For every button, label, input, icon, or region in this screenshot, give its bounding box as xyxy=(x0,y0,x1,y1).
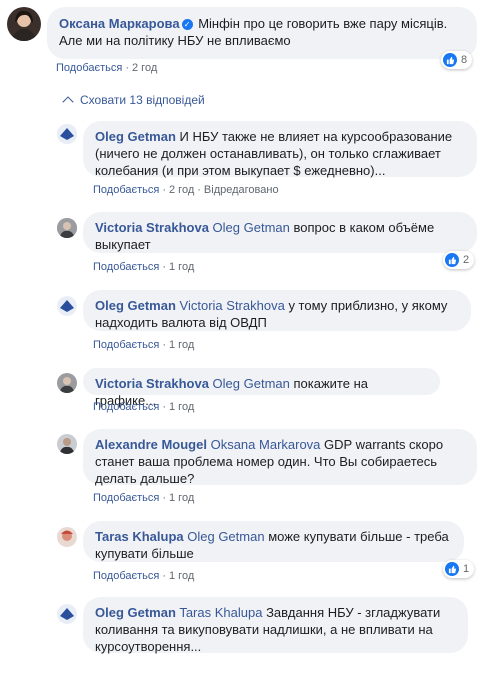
comment-actions: Подобається · 1 год xyxy=(93,261,195,273)
chevron-up-icon xyxy=(62,96,74,108)
comment-text-line: колебания (и при этом выкупает $ ежеднев… xyxy=(95,163,386,178)
comment-actions: Подобається · 1 год xyxy=(93,570,195,582)
mention-link[interactable]: Taras Khalupa xyxy=(179,605,262,620)
comment-actions: Подобається · 1 год xyxy=(93,339,195,351)
comment-time[interactable]: 2 год xyxy=(132,62,157,74)
reply-author[interactable]: Victoria Strakhova xyxy=(95,376,209,391)
avatar[interactable] xyxy=(7,7,41,41)
like-button[interactable]: Подобається xyxy=(93,401,159,413)
comment-author[interactable]: Оксана Маркарова xyxy=(59,16,180,31)
avatar-photo xyxy=(57,604,77,624)
comment-text-line: (ничего не должен останавливать), он тол… xyxy=(95,146,441,161)
avatar-photo xyxy=(57,296,77,316)
like-button[interactable]: Подобається xyxy=(93,261,159,273)
comment-bubble: Victoria Strakhova Oleg Getman покажите … xyxy=(83,368,440,408)
comment-text-line: коливання та викуповувати надлишки, а не… xyxy=(95,622,433,637)
comment-text-line: курсоутворення... xyxy=(95,639,202,654)
comment-time[interactable]: 1 год xyxy=(169,339,194,351)
comment-bubble: Oleg Getman Taras Khalupa Завдання НБУ -… xyxy=(83,597,468,654)
comment-text-line: GDP warrants скоро xyxy=(324,437,444,452)
avatar[interactable] xyxy=(57,604,77,624)
comment-text-line: може купувати більше - треба xyxy=(268,529,449,544)
like-button[interactable]: Подобається xyxy=(93,570,159,582)
mention-link[interactable]: Oleg Getman xyxy=(213,220,290,235)
like-button[interactable]: Подобається xyxy=(93,492,159,504)
comment-text-line: И НБУ также не влияет на курсообразовани… xyxy=(179,129,453,144)
comment-actions: Подобається · 1 год xyxy=(93,492,195,504)
reaction-badge[interactable]: 1 xyxy=(443,560,475,578)
reply-author[interactable]: Oleg Getman xyxy=(95,298,176,313)
comment-bubble: Taras Khalupa Oleg Getman може купувати … xyxy=(83,521,464,562)
comment-actions: Подобається · 2 год xyxy=(56,62,158,74)
verified-badge-icon: ✓ xyxy=(181,19,193,30)
avatar-photo xyxy=(57,124,77,144)
like-button[interactable]: Подобається xyxy=(93,339,159,351)
reply-author[interactable]: Alexandre Mougel xyxy=(95,437,207,452)
comment-text-line: Але ми на політику НБУ не впливаємо xyxy=(59,33,291,48)
comment-text-line: станет ваша проблема номер один. Что Вы … xyxy=(95,454,438,469)
avatar[interactable] xyxy=(57,124,77,144)
reaction-badge[interactable]: 2 xyxy=(443,251,475,269)
comment-text-line: Завдання НБУ - згладжувати xyxy=(266,605,441,620)
avatar[interactable] xyxy=(57,434,77,454)
comment-time[interactable]: 1 год xyxy=(169,261,194,273)
thumbs-up-icon xyxy=(443,53,457,67)
avatar[interactable] xyxy=(57,527,77,547)
comment-time[interactable]: 1 год xyxy=(169,492,194,504)
like-button[interactable]: Подобається xyxy=(93,184,159,196)
avatar-photo xyxy=(57,373,77,393)
mention-link[interactable]: Oleg Getman xyxy=(187,529,264,544)
avatar[interactable] xyxy=(57,218,77,238)
thumbs-up-icon xyxy=(445,562,459,576)
thumbs-up-icon xyxy=(445,253,459,267)
reaction-count: 1 xyxy=(463,563,470,575)
reaction-count: 8 xyxy=(461,54,468,66)
comment-bubble: Oleg Getman Victoria Strakhova у тому пр… xyxy=(83,290,471,331)
hide-replies-button[interactable]: Сховати 13 відповідей xyxy=(62,93,205,108)
edited-label[interactable]: Відредаговано xyxy=(204,184,279,196)
like-button[interactable]: Подобається xyxy=(56,62,122,74)
comment-text-line: делать дальше? xyxy=(95,471,195,486)
comment-text-line: вопрос в каком объёме xyxy=(293,220,435,235)
comment-time[interactable]: 1 год xyxy=(169,401,194,413)
comment-actions: Подобається · 1 год xyxy=(93,401,195,413)
avatar-photo xyxy=(57,434,77,454)
comment-time[interactable]: 1 год xyxy=(169,570,194,582)
avatar-photo xyxy=(11,10,37,41)
comment-bubble: Victoria Strakhova Oleg Getman вопрос в … xyxy=(83,212,477,253)
reply-author[interactable]: Victoria Strakhova xyxy=(95,220,209,235)
comment-time[interactable]: 2 год xyxy=(169,184,194,196)
mention-link[interactable]: Oksana Markarova xyxy=(211,437,321,452)
comment-text-line: у тому приблизно, у якому xyxy=(288,298,448,313)
reply-author[interactable]: Taras Khalupa xyxy=(95,529,184,544)
hide-replies-label: Сховати 13 відповідей xyxy=(80,93,205,107)
avatar-photo xyxy=(57,527,77,547)
mention-link[interactable]: Oleg Getman xyxy=(213,376,290,391)
mention-link[interactable]: Victoria Strakhova xyxy=(180,298,285,313)
comment-actions: Подобається · 2 год · Відредаговано xyxy=(93,184,279,196)
reply-author[interactable]: Oleg Getman xyxy=(95,129,176,144)
avatar-photo xyxy=(57,218,77,238)
comment-bubble: Alexandre Mougel Oksana Markarova GDP wa… xyxy=(83,429,477,486)
comment-text-line: выкупает xyxy=(95,237,151,252)
avatar[interactable] xyxy=(57,373,77,393)
comment-bubble: Оксана Маркарова ✓ Мінфін про це говорить… xyxy=(47,7,477,59)
reply-author[interactable]: Oleg Getman xyxy=(95,605,176,620)
reaction-badge[interactable]: 8 xyxy=(441,51,473,69)
comment-bubble: Oleg Getman И НБУ также не влияет на кур… xyxy=(83,121,477,178)
comment-text-line: Мінфін про це говорить вже пару місяців. xyxy=(198,16,448,31)
comment-text-line: надходить валюта від ОВДП xyxy=(95,315,267,330)
comment-text-line: купувати більше xyxy=(95,546,194,561)
reaction-count: 2 xyxy=(463,254,470,266)
avatar[interactable] xyxy=(57,296,77,316)
